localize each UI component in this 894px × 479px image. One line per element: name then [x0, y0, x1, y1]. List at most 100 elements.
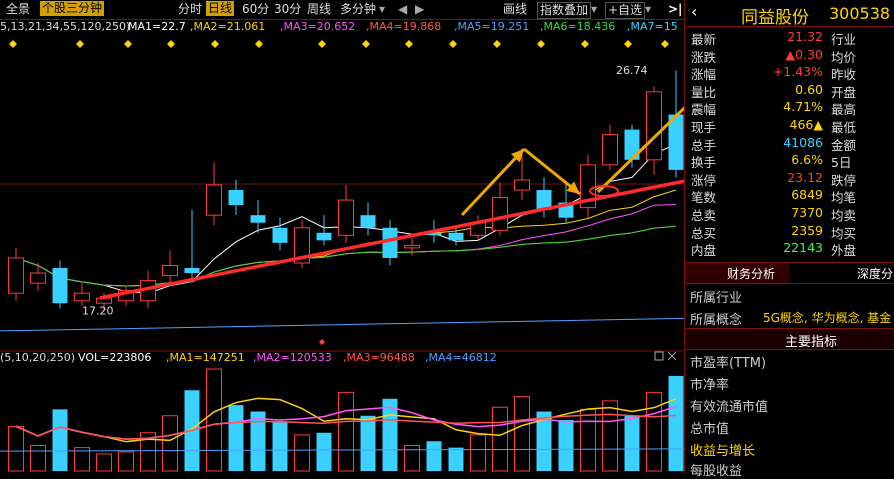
quote-row: 震幅 4.71% 最高	[691, 99, 894, 117]
event-marker-icon	[581, 40, 589, 48]
daily-button[interactable]: 日线	[206, 1, 235, 16]
quote-row: 换手 6.6% 5日	[691, 152, 894, 171]
quote-key: 换手	[691, 155, 717, 171]
next-icon[interactable]: ▶	[415, 2, 424, 17]
stock-3min-button[interactable]: 个股三分钟	[40, 1, 105, 16]
quote-row: 量比 0.60 开盘	[691, 82, 894, 100]
collapse-icon[interactable]: >|	[668, 2, 682, 17]
event-marker-icon	[319, 339, 325, 345]
volume-bar	[30, 445, 46, 472]
candle-body	[184, 268, 200, 274]
candle-body	[338, 199, 354, 236]
quote-key-2: 均买	[831, 225, 857, 241]
volume-bar	[228, 405, 244, 471]
industry-label: 所属行业	[690, 291, 743, 306]
30min-button[interactable]: 30分	[274, 2, 301, 17]
volume-bar	[624, 415, 640, 471]
fenshi-button[interactable]: 分时	[178, 2, 202, 17]
volume-bar	[206, 368, 222, 472]
tab-depth-label[interactable]: 深度分	[857, 265, 893, 282]
close-icon	[667, 351, 677, 361]
draw-button[interactable]: 画线	[503, 2, 527, 17]
quote-row: 总手 41086 金额	[691, 134, 894, 153]
tab-finance-label: 财务分析	[727, 267, 776, 281]
volume-bar	[118, 451, 134, 472]
prev-icon[interactable]: ◀	[398, 2, 407, 17]
60min-button[interactable]: 60分	[242, 2, 269, 17]
quote-key: 总手	[691, 137, 717, 153]
quote-row: 现手 466▲ 最低	[691, 117, 894, 135]
quote-key-2: 金额	[831, 137, 857, 153]
candle-body	[30, 272, 46, 284]
volume-bar	[580, 408, 596, 472]
quote-key-2: 均卖	[831, 208, 857, 223]
candle-body	[382, 227, 398, 258]
eps-label: 每股收益	[690, 464, 743, 479]
quote-key-2: 行业	[831, 32, 857, 47]
quote-row: 总卖 7370 均卖	[691, 205, 894, 223]
quote-key: 总卖	[691, 208, 717, 223]
event-marker-icon	[449, 40, 457, 48]
quote-value: 2359	[791, 222, 823, 238]
index-overlay-button[interactable]: 指数叠加	[537, 2, 592, 19]
dropdown-icon[interactable]: ▾	[379, 2, 385, 17]
main-indicators-title: 主要指标	[785, 335, 838, 350]
event-marker-icon	[255, 40, 263, 48]
quote-key: 总买	[691, 225, 717, 241]
weekly-button[interactable]: 周线	[307, 2, 331, 17]
pb-label: 市净率	[690, 378, 730, 393]
back-icon[interactable]: ‹	[691, 2, 697, 21]
stock-code: 300538	[829, 4, 891, 23]
max-price-label: 26.74	[616, 64, 648, 77]
quote-row: 涨跌 ▲0.30 均价	[691, 47, 894, 65]
quote-value: 41086	[783, 134, 823, 150]
volume-bar	[668, 375, 684, 471]
event-marker-icon	[211, 40, 219, 48]
event-marker-icon	[661, 40, 669, 48]
volume-bar	[448, 447, 464, 471]
candle-body	[272, 227, 288, 243]
candle-body	[52, 268, 68, 304]
watchlist-button[interactable]: +自选	[605, 2, 646, 19]
quote-value: 6849	[791, 187, 823, 203]
quote-key-2: 均笔	[831, 190, 857, 206]
trend-arrow	[99, 179, 684, 300]
volume-bar	[646, 391, 662, 472]
quote-key-2: 5日	[831, 155, 852, 171]
volume-bar	[360, 415, 376, 471]
candle-body	[448, 232, 464, 241]
quote-key-2: 外盘	[831, 243, 857, 259]
chevron-down-icon[interactable]: ▾	[645, 2, 651, 17]
volume-bar	[492, 406, 508, 472]
volume-bar	[514, 396, 530, 472]
candle-body	[8, 257, 24, 294]
pe-label: 市盈率(TTM)	[690, 356, 767, 371]
candle-body	[162, 265, 178, 277]
quote-key: 涨停	[691, 172, 717, 188]
event-marker-icon	[362, 40, 370, 48]
quote-row: 涨停 23.12 跌停	[691, 170, 894, 188]
quote-row: 笔数 6849 均笔	[691, 187, 894, 206]
candle-body	[360, 215, 376, 228]
volume-bar	[338, 391, 354, 472]
quote-key-2: 开盘	[831, 84, 857, 100]
volume-bar	[52, 409, 68, 471]
float-cap-label: 有效流通市值	[690, 400, 769, 415]
kline-chart[interactable]: 26.74 17.20	[0, 19, 684, 473]
event-marker-icon	[624, 40, 632, 48]
quote-key-2: 最低	[831, 120, 857, 135]
ma-line	[0, 317, 684, 332]
volume-bar	[382, 398, 398, 471]
quote-row: 涨幅 +1.43% 昨收	[691, 64, 894, 82]
candle-body	[602, 134, 618, 166]
event-marker-icon	[493, 40, 501, 48]
candle-body	[74, 292, 90, 302]
quote-row: 最新 21.32 行业	[691, 29, 894, 47]
multi-period-button[interactable]: 多分钟	[340, 2, 376, 17]
volume-bar	[272, 422, 288, 471]
chevron-down-icon[interactable]: ▾	[591, 2, 597, 17]
stock-title: ‹ 同益股份 300538	[685, 0, 894, 28]
volume-bar	[96, 453, 112, 472]
full-view-button[interactable]: 全景	[6, 2, 30, 17]
volume-bar	[558, 420, 574, 471]
